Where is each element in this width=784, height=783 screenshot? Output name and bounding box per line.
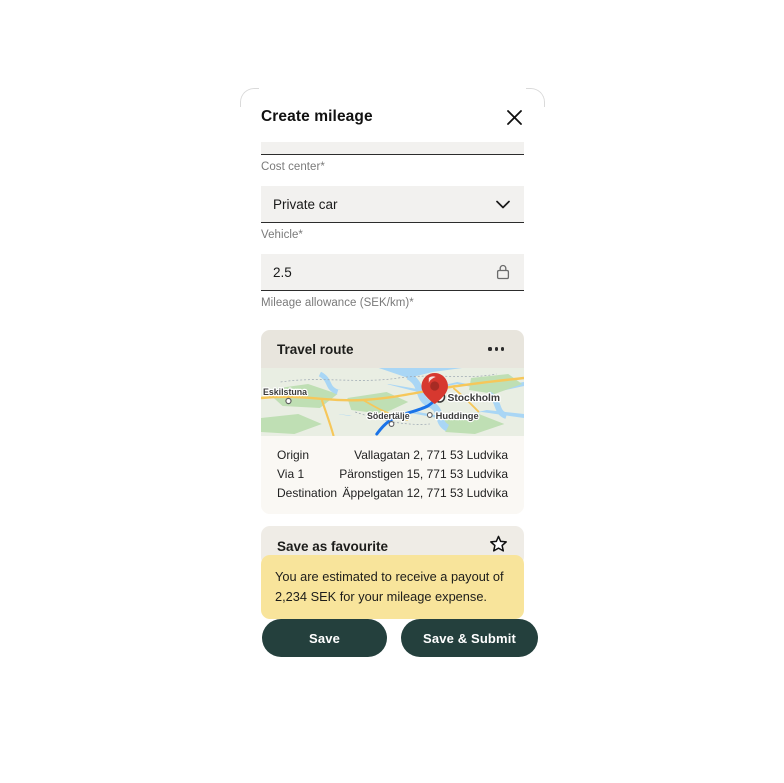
dialog-body: Cost center* Private car Vehicle* 2.5 Mi… <box>240 142 545 566</box>
cost-center-input[interactable] <box>261 142 524 155</box>
table-row: Via 1 Päronstigen 15, 771 53 Ludvika <box>277 464 508 483</box>
save-as-favourite-label: Save as favourite <box>277 538 389 554</box>
route-details: Origin Vallagatan 2, 771 53 Ludvika Via … <box>261 436 524 514</box>
dialog-actions: Save Save & Submit <box>262 619 538 657</box>
close-button[interactable] <box>503 106 525 128</box>
close-icon <box>506 109 522 125</box>
travel-route-header: Travel route <box>261 330 524 368</box>
route-origin-label: Origin <box>277 447 310 462</box>
svg-text:Stockholm: Stockholm <box>447 393 500 404</box>
svg-text:Huddinge: Huddinge <box>436 410 479 421</box>
svg-text:Södertälje: Södertälje <box>367 411 410 421</box>
cost-center-label: Cost center* <box>261 161 325 173</box>
lock-icon <box>494 263 512 281</box>
travel-route-card: Travel route Eskilstuna Stockholm Södert… <box>261 330 524 514</box>
save-button[interactable]: Save <box>262 619 387 657</box>
field-group-mileage-allowance: 2.5 Mileage allowance (SEK/km)* <box>261 254 524 309</box>
table-row: Destination Äppelgatan 12, 771 53 Ludvik… <box>277 483 508 502</box>
chevron-down-icon <box>494 195 512 213</box>
ellipsis-icon[interactable] <box>484 343 508 354</box>
save-and-submit-button[interactable]: Save & Submit <box>401 619 538 657</box>
app-root: Create mileage Cost center* Private car … <box>0 0 784 783</box>
dialog-header: Create mileage <box>240 88 545 142</box>
payout-estimate-toast: You are estimated to receive a payout of… <box>261 555 524 619</box>
travel-route-title: Travel route <box>277 341 354 357</box>
vehicle-select[interactable]: Private car <box>261 186 524 223</box>
mileage-allowance-label: Mileage allowance (SEK/km)* <box>261 297 414 309</box>
table-row: Origin Vallagatan 2, 771 53 Ludvika <box>277 445 508 464</box>
svg-text:Eskilstuna: Eskilstuna <box>263 387 308 397</box>
route-destination-value: Äppelgatan 12, 771 53 Ludvika <box>342 485 508 500</box>
route-destination-label: Destination <box>277 485 338 500</box>
mileage-allowance-value: 2.5 <box>273 264 292 280</box>
page-title: Create mileage <box>261 108 373 125</box>
mileage-allowance-input[interactable]: 2.5 <box>261 254 524 291</box>
vehicle-value: Private car <box>273 196 338 212</box>
route-map[interactable]: Eskilstuna Stockholm Södertälje Huddinge <box>261 368 524 436</box>
route-via1-label: Via 1 <box>277 466 305 481</box>
field-group-vehicle: Private car Vehicle* <box>261 186 524 241</box>
vehicle-label: Vehicle* <box>261 229 303 241</box>
route-via1-value: Päronstigen 15, 771 53 Ludvika <box>339 466 508 481</box>
create-mileage-dialog: Create mileage Cost center* Private car … <box>240 88 545 566</box>
route-origin-value: Vallagatan 2, 771 53 Ludvika <box>354 447 508 462</box>
field-group-cost-center: Cost center* <box>261 142 524 173</box>
